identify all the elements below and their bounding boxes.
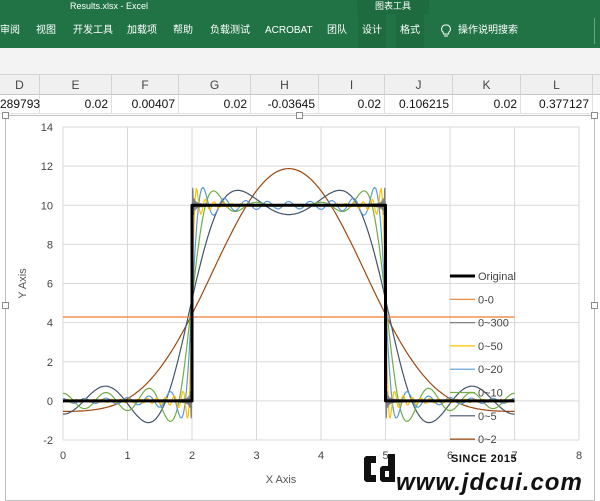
cell-g[interactable]: 0.02 xyxy=(179,95,251,114)
legend-entry[interactable]: 0-0 xyxy=(478,294,494,306)
column-header-g[interactable]: G xyxy=(179,75,251,95)
watermark: SINCE 2015 www.jdcui.com xyxy=(362,450,600,501)
y-tick-label: 0 xyxy=(47,396,53,408)
column-header-i[interactable]: I xyxy=(319,75,385,95)
chart-tools-context-label: 图表工具 xyxy=(357,0,429,14)
ribbon-body-strip xyxy=(0,48,600,75)
cell-i[interactable]: 0.02 xyxy=(319,95,385,114)
column-header-k[interactable]: K xyxy=(453,75,521,95)
watermark-logo-icon xyxy=(364,454,395,482)
legend-entry[interactable]: 0~5 xyxy=(478,411,497,423)
column-header-e[interactable]: E xyxy=(40,75,112,95)
legend-entry[interactable]: 0~50 xyxy=(478,341,503,353)
y-tick-label: 2 xyxy=(47,357,53,369)
window-title: Results.xlsx - Excel xyxy=(70,1,149,11)
cell-k[interactable]: 0.02 xyxy=(453,95,521,114)
y-tick-label: 6 xyxy=(47,279,53,291)
cell-j[interactable]: 0.106215 xyxy=(385,95,453,114)
tab-acrobat[interactable]: ACROBAT xyxy=(265,14,313,48)
tell-me-search[interactable]: 操作说明搜索 xyxy=(458,14,518,48)
y-tick-label: 12 xyxy=(41,161,53,173)
x-tick-label: 1 xyxy=(124,450,130,462)
series-line-0~5[interactable] xyxy=(62,189,515,424)
x-axis-title: X Axis xyxy=(266,474,297,486)
legend-entry[interactable]: 0~2 xyxy=(478,434,497,446)
watermark-site: www.jdcui.com xyxy=(396,469,583,496)
column-header-row: D E F G H I J K L xyxy=(0,75,600,95)
watermark-since: SINCE 2015 xyxy=(451,453,518,465)
legend-entry[interactable]: 0~300 xyxy=(478,318,509,330)
column-header-f[interactable]: F xyxy=(112,75,179,95)
y-tick-label: 10 xyxy=(41,200,53,212)
tab-help[interactable]: 帮助 xyxy=(173,14,193,48)
series-line-0~20[interactable] xyxy=(62,186,515,419)
x-tick-label: 3 xyxy=(253,450,259,462)
tab-view[interactable]: 视图 xyxy=(36,14,56,48)
series-line-0~10[interactable] xyxy=(62,190,515,422)
x-tick-label: 0 xyxy=(60,450,66,462)
series-line-0~300[interactable] xyxy=(62,187,515,419)
series-line-0~50[interactable] xyxy=(62,187,515,419)
ribbon-edge xyxy=(594,18,600,44)
tab-addins[interactable]: 加载项 xyxy=(127,14,157,48)
tab-team[interactable]: 团队 xyxy=(327,14,347,48)
column-header-l[interactable]: L xyxy=(521,75,593,95)
legend-entry[interactable]: 0~20 xyxy=(478,364,503,376)
legend-entry[interactable]: 0~10 xyxy=(478,388,503,400)
y-axis-title: Y Axis xyxy=(17,268,29,299)
title-bar: Results.xlsx - Excel 图表工具 xyxy=(0,0,600,14)
chart-area[interactable]: 0 1 2 3 4 5 6 7 8 -2 0 2 4 6 8 10 12 14 X Axis Y Axis Origin… xyxy=(2,112,598,501)
cell-f[interactable]: 0.00407 xyxy=(112,95,179,114)
y-tick-label: 4 xyxy=(47,318,53,330)
y-tick-label: 14 xyxy=(41,122,53,134)
series-line-Original[interactable] xyxy=(63,203,515,403)
legend-entry[interactable]: Original xyxy=(478,271,516,283)
tab-format[interactable]: 格式 xyxy=(396,14,424,48)
tab-review[interactable]: 审阅 xyxy=(0,14,20,48)
cell-e[interactable]: 0.02 xyxy=(40,95,112,114)
tab-developer[interactable]: 开发工具 xyxy=(73,14,113,48)
cell-l[interactable]: 0.377127 xyxy=(521,95,593,114)
column-header-j[interactable]: J xyxy=(385,75,453,95)
x-tick-label: 2 xyxy=(189,450,195,462)
x-tick-label: 4 xyxy=(318,450,324,462)
y-tick-label: 8 xyxy=(47,239,53,251)
lightbulb-icon xyxy=(441,24,451,37)
tab-design[interactable]: 设计 xyxy=(358,14,386,48)
tab-load-test[interactable]: 负载测试 xyxy=(210,14,250,48)
column-header-d[interactable]: D xyxy=(0,75,40,95)
cell-h[interactable]: -0.03645 xyxy=(251,95,319,114)
column-header-h[interactable]: H xyxy=(251,75,319,95)
line-chart[interactable]: 0 1 2 3 4 5 6 7 8-202468101214X AxisY Axis Origin… xyxy=(6,116,594,500)
y-tick-label: -2 xyxy=(43,435,53,447)
ribbon-tab-bar: 审阅 视图 开发工具 加载项 帮助 负载测试 ACROBAT 团队 设计 格式 … xyxy=(0,14,600,48)
